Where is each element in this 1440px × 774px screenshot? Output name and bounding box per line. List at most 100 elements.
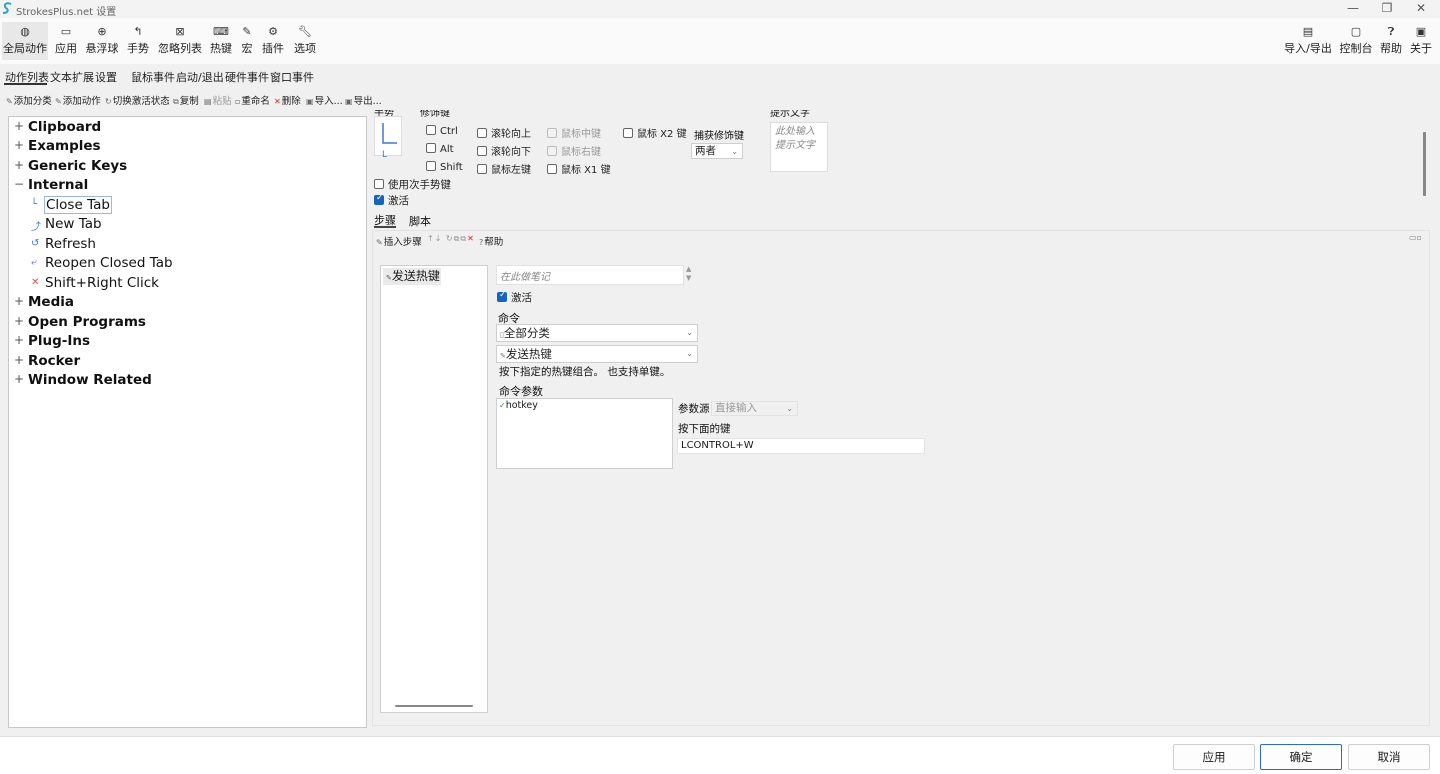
toolbar-hotkeys-button[interactable]: ⌨ 热键 xyxy=(209,24,233,56)
modifier-middle-button-checkbox[interactable]: 鼠标中键 xyxy=(547,125,601,140)
action-editor: 手势 L 修饰键 Ctrl Alt Shift 滚轮向上 滚轮向下 鼠标左键 鼠… xyxy=(370,110,1432,730)
paste-button[interactable]: ▤粘贴 xyxy=(204,93,232,107)
tab-startup-exit[interactable]: 启动/退出 xyxy=(176,69,224,85)
expand-icon[interactable]: + xyxy=(14,294,24,308)
tree-action-shift-right-click[interactable]: ✕ Shift+Right Click xyxy=(9,275,349,294)
add-action-icon: ✎ xyxy=(55,97,62,106)
expand-icon[interactable]: + xyxy=(14,158,24,172)
steps-help-button[interactable]: ?帮助 xyxy=(479,234,503,248)
toolbar-ignore-list-button[interactable]: ⊠ 忽略列表 xyxy=(158,24,202,56)
keys-input[interactable]: LCONTROL+W xyxy=(677,438,925,454)
tree-category-examples[interactable]: + Examples xyxy=(9,138,349,157)
close-icon[interactable]: ✕ xyxy=(1404,0,1438,18)
modifier-wheel-up-checkbox[interactable]: 滚轮向上 xyxy=(477,125,531,140)
tab-script[interactable]: 脚本 xyxy=(409,213,431,229)
rename-button[interactable]: ▫重命名 xyxy=(235,93,270,107)
expand-icon[interactable]: + xyxy=(14,333,24,347)
import-button[interactable]: ▣导入... xyxy=(306,93,343,107)
toolbar-global-actions-button[interactable]: ◍ 全局动作 xyxy=(2,22,48,60)
apply-button[interactable]: 应用 xyxy=(1173,744,1255,770)
modifier-right-button-checkbox[interactable]: 鼠标右键 xyxy=(547,143,601,158)
expand-icon[interactable]: + xyxy=(14,119,24,133)
modifier-wheel-down-checkbox[interactable]: 滚轮向下 xyxy=(477,143,531,158)
tree-category-open-programs[interactable]: + Open Programs xyxy=(9,314,349,333)
toolbar-console-button[interactable]: ▢ 控制台 xyxy=(1339,24,1373,56)
toolbar-import-export-button[interactable]: ▤ 导入/导出 xyxy=(1284,24,1332,56)
tree-category-window-related[interactable]: + Window Related xyxy=(9,372,349,391)
tree-category-internal[interactable]: − Internal xyxy=(9,177,349,196)
tab-hardware-events[interactable]: 硬件事件 xyxy=(225,69,269,85)
add-category-button[interactable]: ✎添加分类 xyxy=(6,93,52,107)
modifier-shift-checkbox[interactable]: Shift xyxy=(426,161,463,173)
tree-category-generic-keys[interactable]: + Generic Keys xyxy=(9,158,349,177)
step-list-scrollbar[interactable] xyxy=(395,705,473,707)
tree-category-plug-ins[interactable]: + Plug-Ins xyxy=(9,333,349,352)
toolbar-plugins-button[interactable]: ⚙ 插件 xyxy=(261,24,285,56)
tab-text-expansion[interactable]: 文本扩展 xyxy=(50,69,94,85)
step-list: ✎发送热键 xyxy=(380,265,488,713)
modifier-x1-button-checkbox[interactable]: 鼠标 X1 键 xyxy=(547,161,611,176)
capture-modifiers-dropdown[interactable]: 两者 ⌄ xyxy=(691,143,743,159)
tree-action-new-tab[interactable]: ⤴ New Tab xyxy=(9,216,349,235)
add-action-button[interactable]: ✎添加动作 xyxy=(55,93,101,107)
toolbar-options-button[interactable]: 🔧︎ 选项 xyxy=(293,24,317,56)
tree-category-rocker[interactable]: + Rocker xyxy=(9,353,349,372)
param-item-hotkey[interactable]: ✓hotkey xyxy=(499,400,538,411)
expand-icon[interactable]: + xyxy=(14,314,24,328)
use-secondary-button-checkbox[interactable]: 使用次手势键 xyxy=(374,177,451,192)
modifier-left-button-checkbox[interactable]: 鼠标左键 xyxy=(477,161,531,176)
plugin-icon: ⚙ xyxy=(268,25,278,38)
toolbar-floater-button[interactable]: ⊕ 悬浮球 xyxy=(85,24,119,56)
tab-mouse-events[interactable]: 鼠标事件 xyxy=(131,69,175,85)
paste-icon: ▤ xyxy=(204,97,212,106)
collapse-icon[interactable]: − xyxy=(14,177,24,191)
ok-button[interactable]: 确定 xyxy=(1260,744,1342,770)
expand-icon[interactable]: + xyxy=(14,372,24,386)
tab-settings[interactable]: 设置 xyxy=(95,69,117,85)
step-item-send-hotkey[interactable]: ✎发送热键 xyxy=(383,268,441,285)
step-activate-checkbox[interactable]: 激活 xyxy=(497,290,532,305)
minimize-icon[interactable]: — xyxy=(1336,0,1370,18)
tree-category-clipboard[interactable]: + Clipboard xyxy=(9,119,349,138)
modifier-alt-checkbox[interactable]: Alt xyxy=(426,143,454,155)
tooltip-text-input[interactable]: 此处输入提示文字 xyxy=(770,122,828,172)
expand-icon[interactable]: + xyxy=(14,138,24,152)
export-button[interactable]: ▣导出... xyxy=(345,93,382,107)
insert-step-button[interactable]: ✎插入步骤 xyxy=(376,234,422,248)
action-activate-checkbox[interactable]: 激活 xyxy=(374,193,409,208)
checkbox-box xyxy=(547,164,557,174)
param-source-dropdown[interactable]: 直接输入 ⌄ xyxy=(711,401,798,416)
note-spin-icon[interactable]: ▲ ▼ xyxy=(686,265,691,283)
upper-scrollbar[interactable] xyxy=(1423,132,1426,196)
tree-action-refresh[interactable]: ↺ Refresh xyxy=(9,236,349,255)
modifier-x2-button-checkbox[interactable]: 鼠标 X2 键 xyxy=(623,125,687,140)
panel-restore-icons[interactable]: ▭▫ xyxy=(1409,233,1422,242)
tab-window-events[interactable]: 窗口事件 xyxy=(270,69,314,85)
step-move-icons[interactable]: ↑↓ ↻⧉⧉✕ xyxy=(427,234,475,244)
delete-button[interactable]: ✕删除 xyxy=(274,93,301,107)
toggle-active-button[interactable]: ↻切换激活状态 xyxy=(105,93,170,107)
step-note-input[interactable]: 在此做笔记 xyxy=(496,265,684,285)
settings-tabs: 动作列表 文本扩展 设置 鼠标事件 启动/退出 硬件事件 窗口事件 xyxy=(0,66,1440,86)
expand-icon[interactable]: + xyxy=(14,353,24,367)
restore-icon[interactable]: ❐ xyxy=(1370,0,1404,18)
gesture-icon: ↰ xyxy=(133,25,143,38)
command-category-dropdown[interactable]: ▯全部分类 ⌄ xyxy=(496,324,698,342)
checkbox-box xyxy=(477,164,487,174)
cancel-button[interactable]: 取消 xyxy=(1348,744,1430,770)
about-icon: ▣ xyxy=(1415,25,1427,38)
tooltip-text-label: 提示文字 xyxy=(770,110,810,118)
toolbar-apps-button[interactable]: ▭ 应用 xyxy=(53,24,79,56)
toolbar-gestures-button[interactable]: ↰ 手势 xyxy=(126,24,150,56)
tree-action-close-tab[interactable]: └ Close Tab xyxy=(9,196,349,216)
command-dropdown[interactable]: ✎发送热键 ⌄ xyxy=(496,345,698,363)
gesture-preview[interactable] xyxy=(374,116,402,156)
toolbar-about-button[interactable]: ▣ 关于 xyxy=(1409,24,1433,56)
toolbar-macros-button[interactable]: ✎ 宏 xyxy=(239,24,255,56)
toolbar-help-button[interactable]: ❓︎ 帮助 xyxy=(1379,24,1403,56)
copy-button[interactable]: ⧉复制 xyxy=(173,93,199,107)
tree-action-reopen-closed-tab[interactable]: ⤶ Reopen Closed Tab xyxy=(9,255,349,274)
tree-category-media[interactable]: + Media xyxy=(9,294,349,313)
modifier-ctrl-checkbox[interactable]: Ctrl xyxy=(426,125,458,137)
chevron-down-icon: ⌄ xyxy=(786,404,793,413)
